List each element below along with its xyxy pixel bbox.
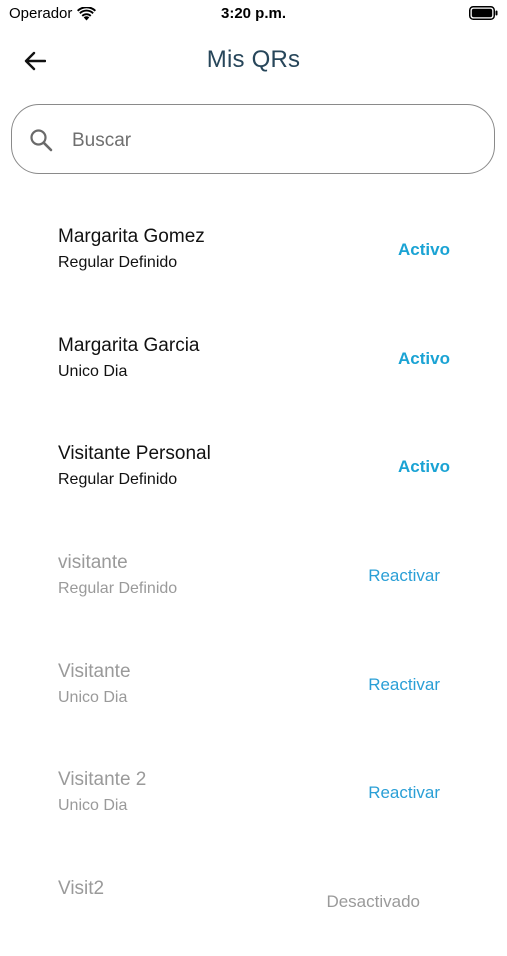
qr-type: Regular Definido [58, 254, 178, 271]
header: Mis QRs [0, 36, 507, 86]
status-active-label[interactable]: Activo [398, 349, 450, 369]
search-box[interactable] [11, 104, 495, 174]
list-item[interactable]: Visitante Personal Regular Definido Activo [0, 412, 507, 521]
qr-name: visitante [58, 552, 128, 574]
qr-type: Regular Definido [58, 471, 178, 489]
qr-name: Visitante 2 [58, 769, 147, 791]
qr-name: Visitante [58, 660, 131, 682]
qr-type: Unico Dia [58, 688, 128, 706]
reactivate-button[interactable]: Reactivar [368, 675, 440, 695]
list-item[interactable]: Visit2 Desactivado [0, 847, 507, 956]
status-deactivated-label: Desactivado [326, 892, 420, 912]
qr-name: Visitante Personal [58, 443, 211, 465]
list-item[interactable]: visitante Regular Definido Reactivar [0, 521, 507, 630]
search-input[interactable] [70, 123, 474, 159]
list-item[interactable]: Visitante Unico Dia Reactivar [0, 630, 507, 739]
qr-type: Regular Definido [58, 580, 178, 598]
list-item[interactable]: Visitante 2 Unico Dia Reactivar [0, 738, 507, 847]
search-icon [30, 129, 53, 152]
status-time: 3:20 p.m. [220, 5, 287, 22]
qr-name: Margarita Garcia [58, 334, 200, 356]
qr-type: Unico Dia [58, 797, 128, 815]
battery-icon [469, 6, 498, 20]
reactivate-button[interactable]: Reactivar [368, 566, 440, 586]
status-active-label[interactable]: Activo [398, 240, 450, 260]
qr-name: Margarita Gomez [58, 226, 205, 247]
list-item[interactable]: Margarita Garcia Unico Dia Activo [0, 304, 507, 413]
list-item[interactable]: Margarita Gomez Regular Definido Activo [0, 195, 507, 304]
reactivate-button[interactable]: Reactivar [368, 783, 440, 803]
status-active-label[interactable]: Activo [398, 457, 450, 477]
page-title: Mis QRs [206, 46, 301, 73]
qr-list: Margarita Gomez Regular Definido Activo Mar… [0, 195, 507, 956]
qr-name: Visit2 [58, 878, 105, 900]
qr-type: Unico Dia [58, 362, 128, 380]
status-bar: Operador 3:20 p.m. [0, 0, 507, 28]
